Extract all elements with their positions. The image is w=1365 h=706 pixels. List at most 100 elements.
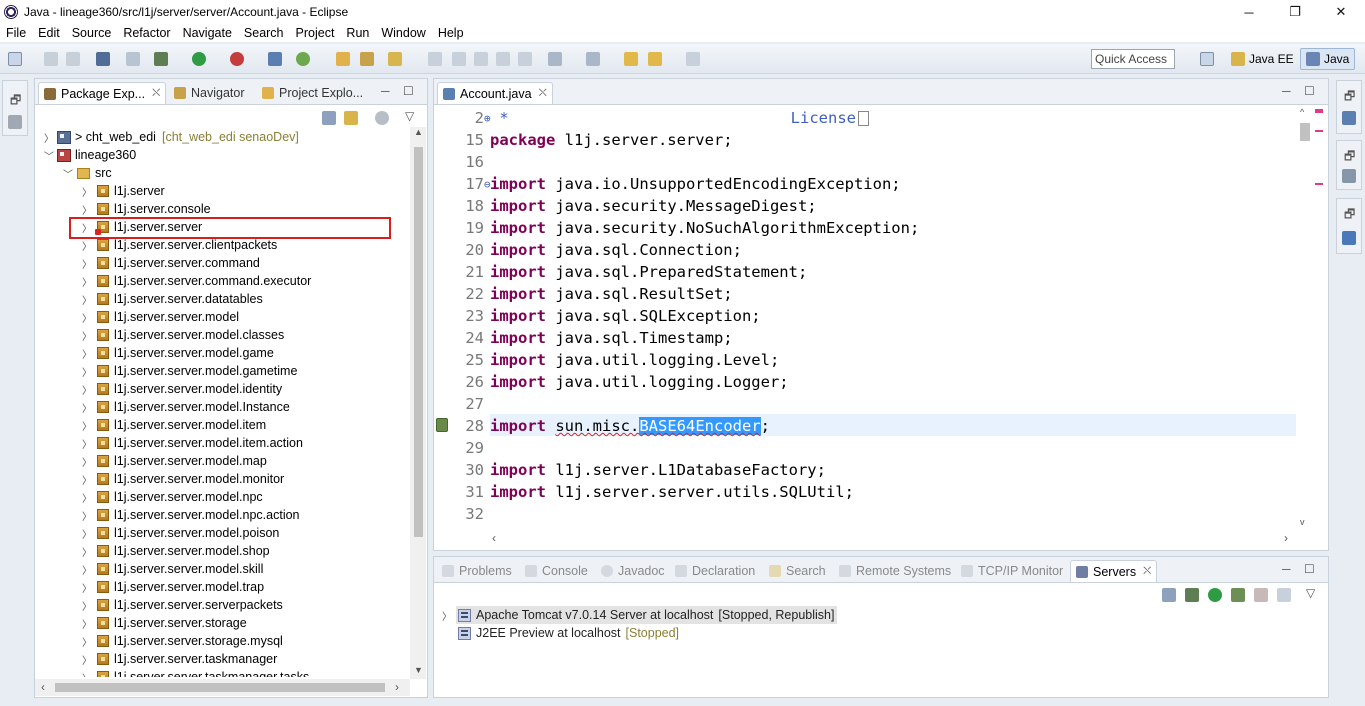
expand-arrow-icon[interactable]: 〉: [81, 274, 93, 289]
publish-icon[interactable]: [1277, 588, 1291, 602]
scroll-left-icon[interactable]: ‹: [41, 680, 45, 694]
tab-javadoc[interactable]: Javadoc: [596, 560, 670, 582]
menu-project[interactable]: Project: [290, 26, 341, 40]
scroll-down-icon[interactable]: v: [1300, 517, 1305, 527]
expand-arrow-icon[interactable]: 〉: [81, 472, 93, 487]
maximize-view-icon[interactable]: ☐: [1304, 562, 1315, 576]
tree-package[interactable]: 〉 l1j.server.server.model.trap: [81, 578, 264, 596]
restore-icon[interactable]: 🗗: [1344, 205, 1355, 226]
tab-search[interactable]: Search: [764, 560, 831, 582]
code-line[interactable]: 16: [434, 151, 490, 173]
expand-arrow-icon[interactable]: 〉: [81, 310, 93, 325]
tree-package[interactable]: 〉 l1j.server.server.model: [81, 308, 239, 326]
tree-project-lineage360[interactable]: ﹀ lineage360: [43, 146, 136, 164]
terminal-icon[interactable]: [96, 52, 110, 66]
tree-package[interactable]: 〉 l1j.server.server.model.gametime: [81, 362, 297, 380]
save-all-icon[interactable]: [66, 52, 80, 66]
code-line[interactable]: 31 import l1j.server.server.utils.SQLUtil…: [434, 481, 854, 503]
new-icon[interactable]: [8, 52, 22, 66]
code-line[interactable]: 25 import java.util.logging.Level;: [434, 349, 779, 371]
tree-src-folder[interactable]: ﹀ src: [62, 164, 112, 182]
tree-package[interactable]: 〉 l1j.server.server.command.executor: [81, 272, 311, 290]
new-class-icon[interactable]: [296, 52, 310, 66]
restore-icon[interactable]: 🗗: [10, 91, 21, 112]
forward-icon[interactable]: [686, 52, 700, 66]
code-line[interactable]: 27: [434, 393, 490, 415]
tree-package[interactable]: 〉 l1j.server.server.model.game: [81, 344, 274, 362]
search-tool-icon[interactable]: [388, 52, 402, 66]
stop-server-icon[interactable]: [1254, 588, 1268, 602]
hierarchy-icon[interactable]: [1342, 231, 1356, 245]
expand-arrow-icon[interactable]: 〉: [81, 526, 93, 541]
expand-arrow-icon[interactable]: 〉: [81, 562, 93, 577]
expand-arrow-icon[interactable]: 〉: [81, 436, 93, 451]
code-line[interactable]: 24 import java.sql.Timestamp;: [434, 327, 732, 349]
restore-icon[interactable]: 🗗: [1344, 147, 1355, 168]
expand-arrow-icon[interactable]: 〉: [81, 238, 93, 253]
expand-arrow-icon[interactable]: 〉: [81, 598, 93, 613]
overview-marker[interactable]: [1315, 130, 1323, 132]
tree-package[interactable]: 〉 l1j.server.server.model.classes: [81, 326, 284, 344]
menu-source[interactable]: Source: [66, 26, 118, 40]
menu-window[interactable]: Window: [375, 26, 431, 40]
server-row-tomcat[interactable]: 〉 Apache Tomcat v7.0.14 Server at localh…: [442, 606, 838, 624]
explorer-vscrollbar[interactable]: ▲ ▼: [410, 127, 426, 679]
open-task-icon[interactable]: [360, 52, 374, 66]
expand-arrow-icon[interactable]: 〉: [81, 490, 93, 505]
close-tab-icon[interactable]: ⛌: [152, 87, 160, 100]
scroll-up-icon[interactable]: ▲: [414, 127, 423, 137]
scroll-up-icon[interactable]: ^: [1300, 107, 1304, 117]
code-line[interactable]: 19 import java.security.NoSuchAlgorithmEx…: [434, 217, 919, 239]
editor-scroll-thumb[interactable]: [1300, 123, 1310, 141]
menu-help[interactable]: Help: [432, 26, 470, 40]
code-line[interactable]: 22 import java.sql.ResultSet;: [434, 283, 732, 305]
minimize-view-icon[interactable]: ─: [1282, 562, 1291, 576]
collapse-all-icon[interactable]: [1162, 588, 1176, 602]
block-selection-icon[interactable]: [496, 52, 510, 66]
code-line[interactable]: 32: [434, 503, 490, 525]
tree-package[interactable]: 〉 l1j.server.server.model.map: [81, 452, 267, 470]
tree-package[interactable]: 〉 l1j.server.server.storage: [81, 614, 247, 632]
tree-package[interactable]: 〉 l1j.server.server.model.shop: [81, 542, 270, 560]
code-line[interactable]: 17 ⊖ import java.io.UnsupportedEncodingExc…: [434, 173, 900, 195]
git-icon[interactable]: [8, 115, 22, 129]
tree-package[interactable]: 〉 l1j.server.server.storage.mysql: [81, 632, 283, 650]
code-line[interactable]: 18 import java.security.MessageDigest;: [434, 195, 816, 217]
menu-edit[interactable]: Edit: [32, 26, 66, 40]
tree-package[interactable]: 〉 l1j.server.server.taskmanager: [81, 650, 277, 668]
run-icon[interactable]: [192, 52, 206, 66]
tree-package[interactable]: 〉 l1j.server.server.datatables: [81, 290, 263, 308]
tab-package-explorer[interactable]: Package Exp... ⛌: [38, 82, 167, 104]
expand-arrow-icon[interactable]: 〉: [81, 202, 93, 217]
expand-arrow-icon[interactable]: 〉: [81, 400, 93, 415]
expand-arrow-icon[interactable]: 〉: [81, 364, 93, 379]
tree-package[interactable]: 〉 l1j.server.server.model.item: [81, 416, 266, 434]
link-with-editor-icon[interactable]: [344, 111, 358, 125]
tree-package[interactable]: 〉 l1j.server.server.model.npc: [81, 488, 263, 506]
scroll-thumb[interactable]: [414, 147, 423, 537]
expand-arrow-icon[interactable]: 〉: [81, 256, 93, 271]
outline-icon[interactable]: [1342, 111, 1356, 125]
save-icon[interactable]: [44, 52, 58, 66]
open-type-icon[interactable]: [336, 52, 350, 66]
new-server-icon[interactable]: [268, 52, 282, 66]
restore-icon[interactable]: 🗗: [1344, 87, 1355, 108]
folded-indicator[interactable]: [858, 110, 869, 126]
collapse-arrow-icon[interactable]: ﹀: [62, 166, 74, 181]
close-tab-icon[interactable]: ⛌: [539, 87, 547, 100]
minimize-view-icon[interactable]: ─: [381, 84, 390, 98]
tree-package[interactable]: 〉l1j.server.server.taskmanager.tasks: [81, 668, 309, 677]
scroll-left-icon[interactable]: ‹: [492, 531, 496, 545]
code-line[interactable]: 29: [434, 437, 490, 459]
tab-tcpip-monitor[interactable]: TCP/IP Monitor: [956, 560, 1068, 582]
code-line[interactable]: 20 import java.sql.Connection;: [434, 239, 742, 261]
scroll-right-icon[interactable]: ›: [395, 680, 399, 694]
expand-arrow-icon[interactable]: 〉: [81, 652, 93, 667]
tab-servers[interactable]: Servers ⛌: [1070, 560, 1158, 582]
code-line[interactable]: 23 import java.sql.SQLException;: [434, 305, 760, 327]
skip-breakpoints-icon[interactable]: [126, 52, 140, 66]
menu-file[interactable]: File: [0, 26, 32, 40]
expand-arrow-icon[interactable]: 〉: [81, 580, 93, 595]
menu-run[interactable]: Run: [340, 26, 375, 40]
expand-arrow-icon[interactable]: 〉: [81, 292, 93, 307]
